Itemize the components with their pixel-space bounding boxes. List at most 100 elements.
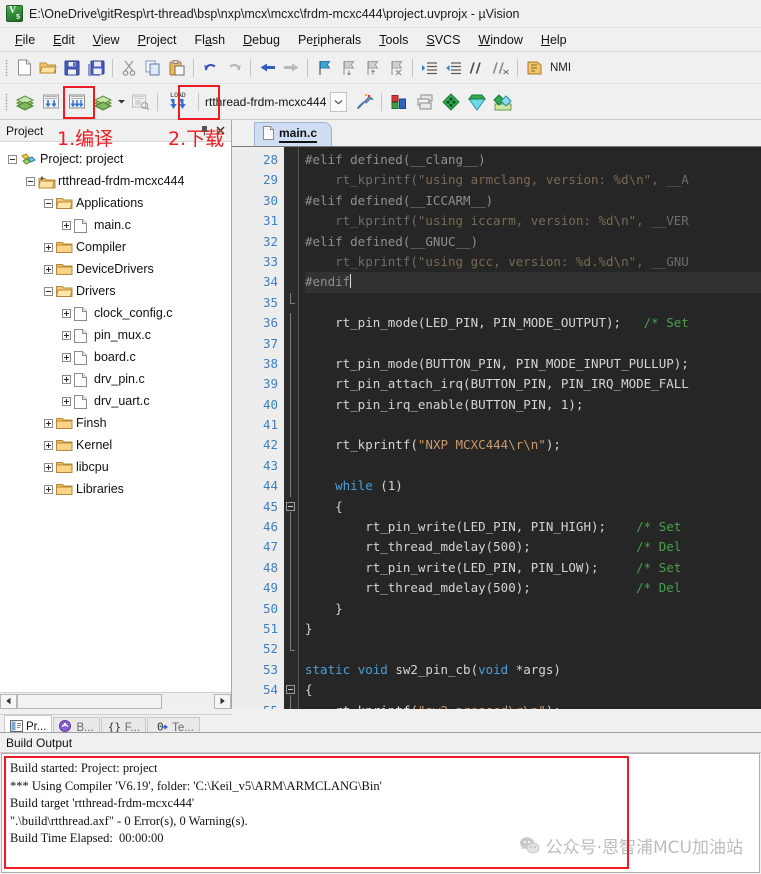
- code-line[interactable]: rt_pin_mode(LED_PIN, PIN_MODE_OUTPUT); /…: [305, 313, 761, 333]
- tree-item[interactable]: drv_uart.c: [0, 390, 231, 412]
- menu-help[interactable]: Help: [532, 31, 576, 49]
- tree-item[interactable]: Project: project: [0, 148, 231, 170]
- code-line[interactable]: rt_kprintf("using armclang, version: %d\…: [305, 170, 761, 190]
- scroll-thumb[interactable]: [17, 694, 162, 709]
- redo-button[interactable]: [222, 56, 246, 80]
- collapse-icon[interactable]: [8, 155, 17, 164]
- code-line[interactable]: rt_pin_attach_irq(BUTTON_PIN, PIN_IRQ_MO…: [305, 374, 761, 394]
- undo-button[interactable]: [198, 56, 222, 80]
- code-line[interactable]: rt_pin_mode(BUTTON_PIN, PIN_MODE_INPUT_P…: [305, 354, 761, 374]
- build-output-body[interactable]: Build started: Project: project*** Using…: [1, 753, 760, 873]
- expand-icon[interactable]: [44, 463, 53, 472]
- code-line[interactable]: }: [305, 599, 761, 619]
- code-line[interactable]: {: [305, 680, 761, 700]
- translate-file-button[interactable]: [12, 88, 38, 116]
- code-line[interactable]: rt_pin_write(LED_PIN, PIN_LOW); /* Set: [305, 558, 761, 578]
- code-line[interactable]: #elif defined(__clang__): [305, 150, 761, 170]
- manage-project-items-button[interactable]: [386, 88, 412, 116]
- cut-button[interactable]: [117, 56, 141, 80]
- pin-icon[interactable]: [198, 124, 211, 137]
- menu-window[interactable]: Window: [469, 31, 531, 49]
- comment-button[interactable]: [465, 56, 489, 80]
- chevron-down-icon[interactable]: [330, 92, 347, 112]
- insert-bookmark-button[interactable]: [312, 56, 336, 80]
- scroll-right-icon[interactable]: [214, 694, 231, 709]
- menu-view[interactable]: View: [84, 31, 129, 49]
- clear-bookmarks-button[interactable]: [384, 56, 408, 80]
- outdent-button[interactable]: [441, 56, 465, 80]
- target-options-button[interactable]: [351, 88, 377, 116]
- code-line[interactable]: [305, 639, 761, 659]
- code-line[interactable]: [305, 456, 761, 476]
- tree-item[interactable]: rtthread-frdm-mcxc444: [0, 170, 231, 192]
- tree-item[interactable]: Libraries: [0, 478, 231, 500]
- code-line[interactable]: #elif defined(__ICCARM__): [305, 191, 761, 211]
- project-tree-hscrollbar[interactable]: [0, 692, 231, 709]
- expand-icon[interactable]: [44, 419, 53, 428]
- expand-icon[interactable]: [62, 375, 71, 384]
- menu-file[interactable]: File: [6, 31, 44, 49]
- batch-build-dropdown[interactable]: [116, 88, 127, 116]
- code-line[interactable]: [305, 415, 761, 435]
- tree-item[interactable]: libcpu: [0, 456, 231, 478]
- configure-wizard-button[interactable]: [464, 88, 490, 116]
- code-line[interactable]: }: [305, 619, 761, 639]
- open-file-button[interactable]: [36, 56, 60, 80]
- tree-item[interactable]: Drivers: [0, 280, 231, 302]
- code-folding-bar[interactable]: [284, 147, 298, 709]
- batch-setup-button[interactable]: [127, 88, 153, 116]
- rebuild-all-button[interactable]: [64, 88, 90, 116]
- tree-item[interactable]: DeviceDrivers: [0, 258, 231, 280]
- code-text[interactable]: #elif defined(__clang__) rt_kprintf("usi…: [298, 147, 761, 709]
- code-line[interactable]: rt_pin_irq_enable(BUTTON_PIN, 1);: [305, 395, 761, 415]
- menu-svcs[interactable]: SVCS: [417, 31, 469, 49]
- batch-build-button[interactable]: [90, 88, 116, 116]
- previous-bookmark-button[interactable]: [360, 56, 384, 80]
- pack-installer-button[interactable]: [438, 88, 464, 116]
- fold-toggle-icon[interactable]: [286, 685, 295, 694]
- expand-icon[interactable]: [62, 353, 71, 362]
- tree-item[interactable]: board.c: [0, 346, 231, 368]
- target-selector[interactable]: rtthread-frdm-mcxc444: [205, 91, 347, 113]
- code-line[interactable]: rt_kprintf("using iccarm, version: %d\n"…: [305, 211, 761, 231]
- download-button[interactable]: LOAD: [162, 88, 194, 116]
- scroll-left-icon[interactable]: [0, 694, 17, 709]
- close-icon[interactable]: [214, 124, 227, 137]
- expand-icon[interactable]: [44, 441, 53, 450]
- code-line[interactable]: rt_pin_write(LED_PIN, PIN_HIGH); /* Set: [305, 517, 761, 537]
- tree-item[interactable]: Applications: [0, 192, 231, 214]
- toolbar-grip[interactable]: [5, 93, 8, 111]
- expand-icon[interactable]: [62, 221, 71, 230]
- tree-item[interactable]: main.c: [0, 214, 231, 236]
- pack-manager-button[interactable]: [490, 88, 516, 116]
- editor-tab-main-c[interactable]: main.c: [254, 122, 332, 146]
- menu-edit[interactable]: Edit: [44, 31, 84, 49]
- collapse-icon[interactable]: [44, 199, 53, 208]
- code-line[interactable]: rt_kprintf("sw2 pressed\r\n");: [305, 701, 761, 709]
- code-line[interactable]: static void sw2_pin_cb(void *args): [305, 660, 761, 680]
- tree-item[interactable]: Finsh: [0, 412, 231, 434]
- menu-tools[interactable]: Tools: [370, 31, 417, 49]
- project-tree[interactable]: Project: projectrtthread-frdm-mcxc444App…: [0, 142, 231, 692]
- collapse-icon[interactable]: [26, 177, 35, 186]
- collapse-icon[interactable]: [44, 287, 53, 296]
- code-line[interactable]: #endif: [305, 272, 761, 292]
- menu-project[interactable]: Project: [129, 31, 186, 49]
- code-line[interactable]: {: [305, 497, 761, 517]
- uncomment-button[interactable]: [489, 56, 513, 80]
- copy-button[interactable]: [141, 56, 165, 80]
- tree-item[interactable]: clock_config.c: [0, 302, 231, 324]
- menu-peripherals[interactable]: Peripherals: [289, 31, 370, 49]
- code-line[interactable]: rt_kprintf("NXP MCXC444\r\n");: [305, 435, 761, 455]
- code-line[interactable]: rt_thread_mdelay(500); /* Del: [305, 578, 761, 598]
- open-nmi-button[interactable]: [522, 56, 546, 80]
- tree-item[interactable]: pin_mux.c: [0, 324, 231, 346]
- tree-item[interactable]: Compiler: [0, 236, 231, 258]
- next-bookmark-button[interactable]: [336, 56, 360, 80]
- navigate-forward-button[interactable]: [279, 56, 303, 80]
- menu-flash[interactable]: Flash: [186, 31, 235, 49]
- toolbar-grip[interactable]: [5, 59, 8, 77]
- manage-multi-project-button[interactable]: [412, 88, 438, 116]
- indent-button[interactable]: [417, 56, 441, 80]
- code-line[interactable]: [305, 293, 761, 313]
